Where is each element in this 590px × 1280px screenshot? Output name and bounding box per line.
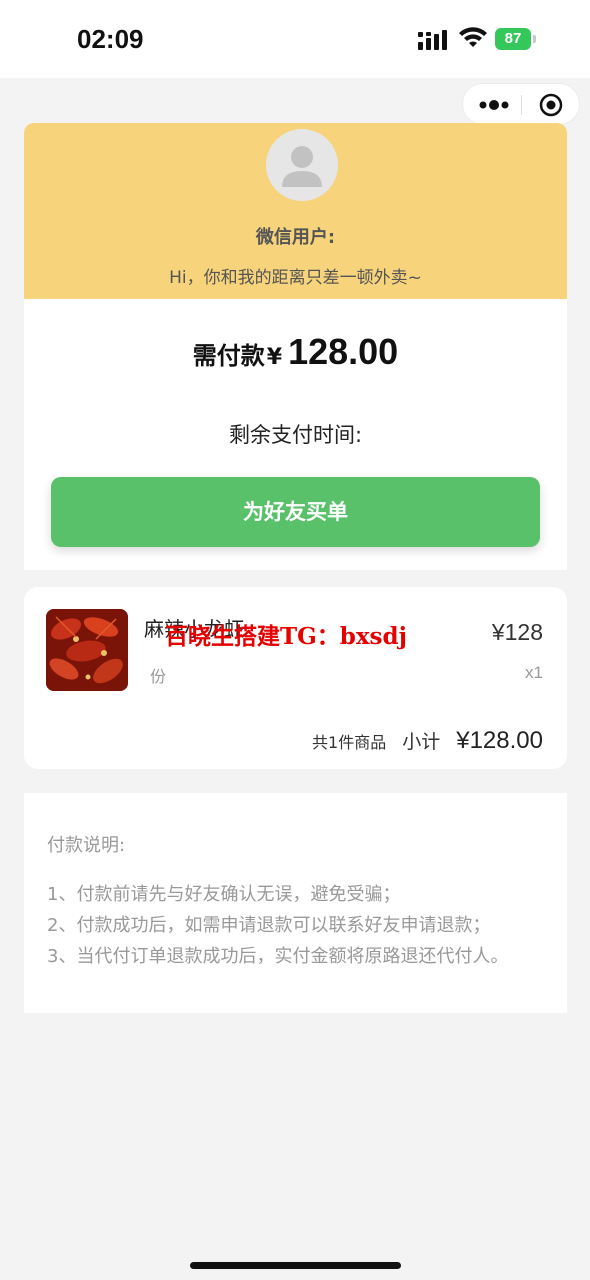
battery-cap [533, 35, 536, 43]
signal-icon [418, 30, 447, 50]
user-header: 微信用户: Hi，你和我的距离只差一顿外卖~ [24, 123, 567, 299]
subtotal-value: ¥128.00 [456, 727, 543, 754]
remaining-time-label: 剩余支付时间: [228, 423, 363, 447]
capsule-divider [521, 95, 522, 115]
order-summary: 共1件商品 小计 ¥128.00 [312, 727, 543, 755]
home-indicator[interactable] [190, 1262, 401, 1269]
subtotal-label: 小计 [402, 731, 441, 753]
battery-level: 87 [495, 28, 531, 50]
battery-icon: 87 [495, 28, 536, 50]
wifi-icon [459, 27, 487, 47]
payment-card: 微信用户: Hi，你和我的距离只差一顿外卖~ 需付款¥ 128.00 剩余支付时间… [24, 123, 567, 570]
status-time: 02:09 [77, 24, 144, 54]
amount-currency: ¥ [266, 345, 283, 370]
item-count: 共1件商品 [312, 733, 387, 752]
crayfish-image[interactable] [46, 609, 128, 691]
note-item: 1、付款前请先与好友确认无误，避免受骗； [47, 884, 401, 905]
amount-label: 需付款 [192, 342, 265, 370]
more-icon[interactable] [479, 97, 509, 113]
goods-card: 麻辣小龙虾 百晓生搭建TG：bxsdj 份 ¥128 x1 共1件商品 小计 ¥… [24, 587, 567, 769]
goods-quantity: x1 [525, 663, 543, 682]
close-mini-program-icon[interactable] [539, 93, 563, 117]
greeting-text: Hi，你和我的距离只差一顿外卖~ [169, 268, 422, 288]
amount-value: 128.00 [288, 331, 399, 372]
mini-program-capsule [462, 83, 580, 125]
note-item: 3、当代付订单退款成功后，实付金额将原路退还代付人。 [47, 946, 509, 967]
notes-title: 付款说明: [47, 835, 126, 856]
goods-unit: 份 [150, 667, 167, 686]
status-bar: 02:09 87 [0, 0, 590, 78]
notes-list: 1、付款前请先与好友确认无误，避免受骗； 2、付款成功后，如需申请退款可以联系好… [47, 879, 547, 972]
pay-for-friend-button[interactable]: 为好友买单 [51, 477, 540, 547]
amount-row: 需付款¥ 128.00 [24, 331, 567, 373]
watermark-text: 百晓生搭建TG：bxsdj [165, 623, 407, 650]
payment-notes-card: 付款说明: 1、付款前请先与好友确认无误，避免受骗； 2、付款成功后，如需申请退… [24, 793, 567, 1013]
goods-price: ¥128 [491, 619, 543, 645]
default-avatar-icon [266, 129, 338, 201]
note-item: 2、付款成功后，如需申请退款可以联系好友申请退款； [47, 915, 491, 936]
user-name: 微信用户: [255, 227, 336, 248]
